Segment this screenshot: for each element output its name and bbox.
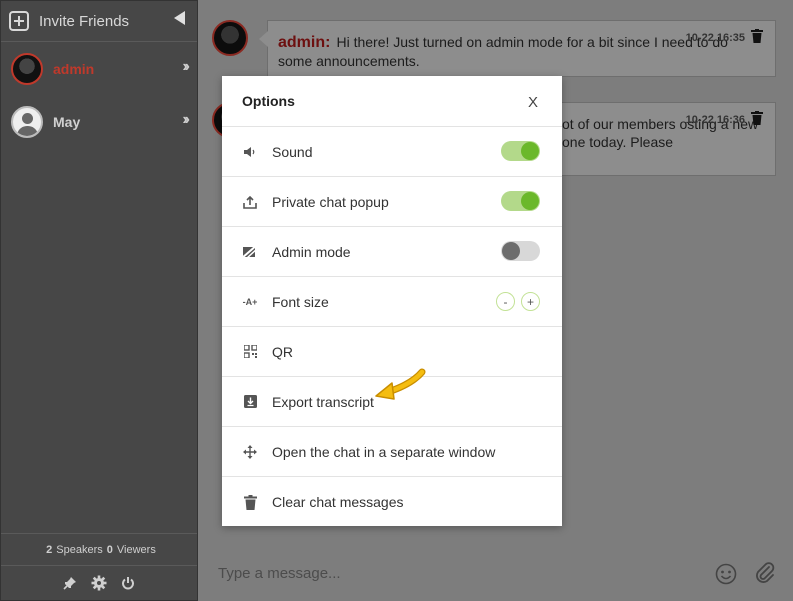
collapse-sidebar-icon[interactable] [174,11,185,25]
dialog-title: Options [242,93,295,109]
gear-icon[interactable] [91,575,107,591]
invite-friends-button[interactable]: Invite Friends [1,1,197,42]
admin-mode-icon [242,244,258,260]
option-private-chat-popup[interactable]: Private chat popup [222,177,562,227]
admin-mode-toggle[interactable] [501,241,540,261]
font-increase-button[interactable]: + [521,292,540,311]
power-icon[interactable] [121,576,135,590]
viewers-count: 0 [106,543,113,556]
plus-icon [9,11,29,31]
speakers-count: 2 [46,543,53,556]
toggle-knob [521,192,539,210]
message-author: admin: [278,34,331,51]
user-name: May [53,113,81,130]
message-composer[interactable]: Type a message... [198,549,793,601]
option-label: Font size [272,293,329,310]
option-label: Sound [272,143,313,160]
option-label: Admin mode [272,243,351,260]
option-label: Private chat popup [272,193,389,210]
option-clear-chat[interactable]: Clear chat messages [222,477,562,527]
font-size-icon: -A+ [242,296,258,307]
speaker-icon [242,144,258,160]
user-item-may[interactable]: May ›› [1,95,197,148]
option-label: Open the chat in a separate window [272,443,496,460]
download-icon [242,394,258,410]
avatar [11,52,43,85]
message-time: 10-22 16:36 [685,114,745,126]
participant-stats: 2 Speakers 0 Viewers [1,533,197,566]
option-label: Clear chat messages [272,494,404,510]
double-chevron-right-icon[interactable]: ›› [182,111,189,129]
dialog-header: Options X [222,76,562,127]
avatar [11,105,43,138]
toggle-knob [502,242,520,260]
popup-icon [242,194,258,210]
toggle-knob [521,142,539,160]
message-bubble: admin: Hi there! Just turned on admin mod… [259,20,776,77]
trash-icon[interactable] [751,111,763,129]
options-dialog: Options X Sound Private chat popup Admin… [222,76,562,526]
speakers-label: Speakers [56,543,103,556]
move-arrows-icon [242,444,258,460]
pin-icon[interactable] [63,576,77,590]
option-sound[interactable]: Sound [222,127,562,177]
sidebar-toolbar [1,566,197,600]
private-chat-popup-toggle[interactable] [501,191,540,211]
option-label: QR [272,343,293,360]
option-font-size: -A+ Font size - + [222,277,562,327]
font-size-stepper: - + [496,292,540,311]
message-text: Hi there! Just turned on admin mode for … [278,34,728,69]
user-item-admin[interactable]: admin ›› [1,42,197,95]
sound-toggle[interactable] [501,141,540,161]
user-name: admin [53,60,95,77]
double-chevron-right-icon[interactable]: ›› [182,58,189,76]
qr-icon [242,344,258,360]
avatar [212,20,248,56]
annotation-arrow-icon [375,368,426,400]
attachment-icon[interactable] [755,562,775,589]
viewers-label: Viewers [116,543,156,556]
trash-icon[interactable] [751,29,763,47]
option-open-separate-window[interactable]: Open the chat in a separate window [222,427,562,477]
invite-friends-label: Invite Friends [39,12,130,30]
message-input[interactable]: Type a message... [218,565,341,582]
emoji-icon[interactable] [715,563,737,590]
option-label: Export transcript [272,393,374,410]
close-button[interactable]: X [528,94,538,111]
message-time: 10-22 16:35 [685,32,745,44]
font-decrease-button[interactable]: - [496,292,515,311]
sidebar: Invite Friends admin ›› May ›› 2 Speaker… [0,0,198,601]
trash-icon [242,494,258,510]
option-admin-mode[interactable]: Admin mode [222,227,562,277]
